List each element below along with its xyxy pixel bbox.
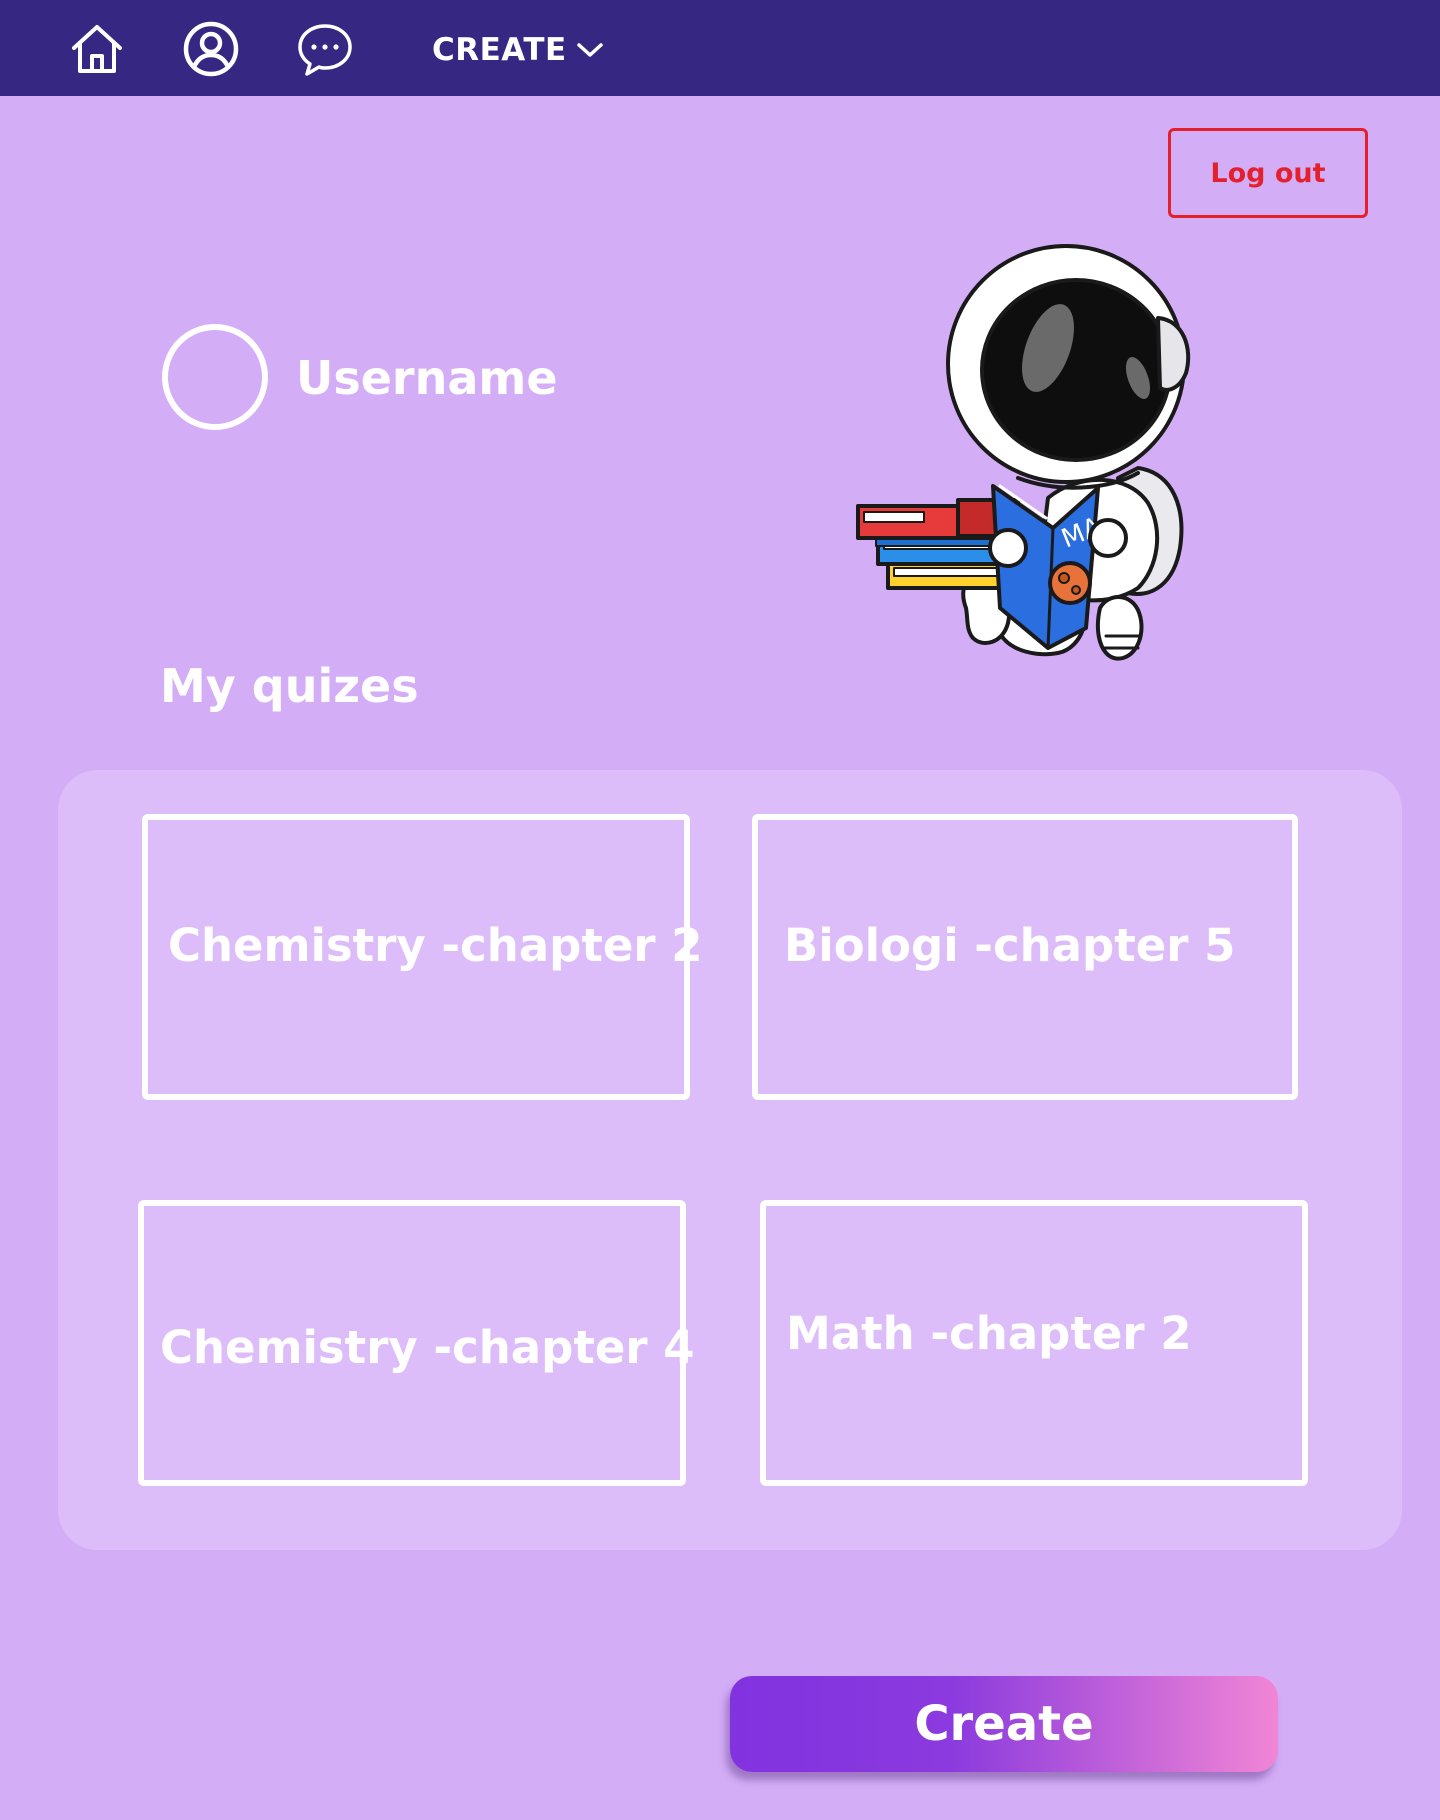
quiz-card-label: Chemistry -chapter 2 <box>168 919 703 972</box>
quiz-card-label: Biologi -chapter 5 <box>784 919 1236 972</box>
quiz-card-label: Math -chapter 2 <box>786 1307 1192 1360</box>
chat-bubble-icon[interactable] <box>296 20 354 78</box>
user-circle-icon[interactable] <box>182 20 240 78</box>
section-title: My quizes <box>160 659 419 713</box>
quiz-card[interactable]: Biologi -chapter 5 <box>752 814 1298 1100</box>
chevron-down-icon <box>576 43 603 57</box>
username: Username <box>296 351 558 405</box>
top-navbar: CREATE <box>0 0 1440 96</box>
quiz-card[interactable]: Math -chapter 2 <box>760 1200 1308 1486</box>
quiz-card[interactable]: Chemistry -chapter 4 <box>138 1200 695 1486</box>
create-menu-label: CREATE <box>432 32 567 68</box>
quiz-card-label: Chemistry -chapter 4 <box>160 1321 695 1374</box>
avatar[interactable] <box>162 324 268 430</box>
home-icon[interactable] <box>68 20 126 78</box>
logout-button[interactable]: Log out <box>1168 128 1368 218</box>
create-button[interactable]: Create <box>730 1676 1278 1772</box>
astronaut-reading-illustration: MARS <box>856 244 1191 661</box>
quiz-card[interactable]: Chemistry -chapter 2 <box>142 814 703 1100</box>
create-menu-dropdown[interactable]: CREATE <box>432 28 605 72</box>
